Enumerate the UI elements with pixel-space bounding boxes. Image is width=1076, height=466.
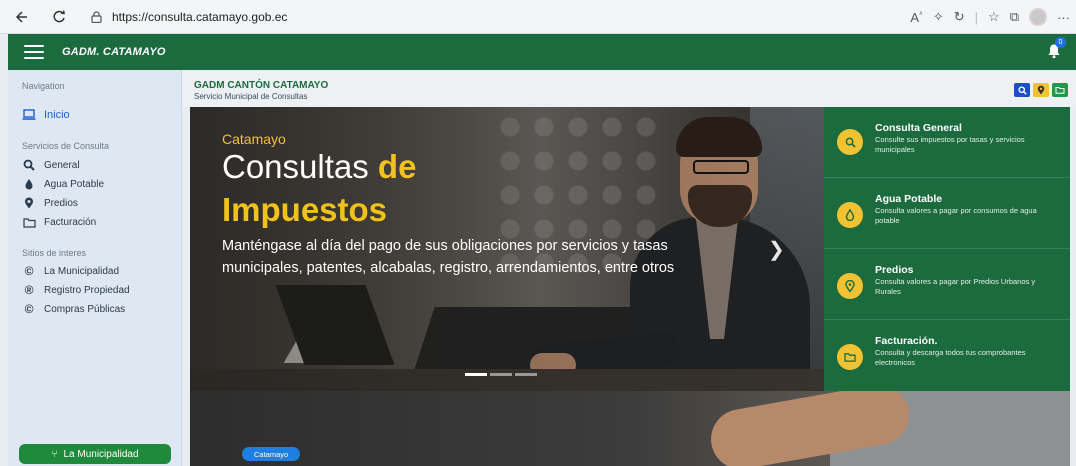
service-card-title: Facturación. xyxy=(875,335,938,347)
servicios-heading: Servicios de Consulta xyxy=(22,141,110,151)
sidebar-item-facturacion[interactable]: Facturación xyxy=(22,214,96,230)
sidebar-item-label: Facturación xyxy=(44,216,97,228)
lock-icon xyxy=(88,10,104,24)
address-bar[interactable]: https://consulta.catamayo.gob.ec xyxy=(88,6,848,28)
reload-icon xyxy=(53,10,65,23)
hero-title-part1: Consultas xyxy=(222,148,369,185)
sitios-heading: Sitios de interes xyxy=(22,248,87,258)
folder-icon xyxy=(22,215,36,229)
notifications-button[interactable]: 0 xyxy=(1046,37,1066,59)
sidebar-item-agua-potable[interactable]: Agua Potable xyxy=(22,176,104,192)
chevron-right-icon: ❯ xyxy=(768,239,785,261)
browser-actions: Aᐞ ✧ ↻ | ☆ ⧉ ··· xyxy=(910,6,1070,28)
service-card-title: Agua Potable xyxy=(875,193,943,205)
nav-heading: Navigation xyxy=(22,81,65,91)
arrow-left-icon xyxy=(15,11,27,23)
footer-button-label: La Municipalidad xyxy=(63,448,139,460)
app-title: GADM. CATAMAYO xyxy=(62,46,166,58)
map-pin-icon xyxy=(1037,85,1045,95)
collections-icon[interactable]: ⧉ xyxy=(1010,9,1019,25)
service-card-title: Consulta General xyxy=(875,122,962,134)
sidebar-item-label: La Municipalidad xyxy=(44,265,120,277)
page-subtitle: Servicio Municipal de Consultas xyxy=(194,92,308,101)
secondary-banner: Catamayo xyxy=(190,391,1070,466)
folder-icon xyxy=(837,344,863,370)
hero-description: Manténgase al día del pago de sus obliga… xyxy=(222,238,675,276)
service-card-desc: Consulte sus impuestos por tasas y servi… xyxy=(875,135,1025,154)
map-pin-icon xyxy=(837,273,863,299)
copyright-circle-icon: © xyxy=(24,302,34,316)
sidebar-item-la-municipalidad[interactable]: © La Municipalidad xyxy=(22,263,119,279)
service-card-facturacion[interactable]: Facturación. Consulta y descarga todos t… xyxy=(824,320,1070,391)
service-card-title: Predios xyxy=(875,264,914,276)
carousel-indicator[interactable] xyxy=(490,373,512,376)
sidebar-item-registro-propiedad[interactable]: ® Registro Propiedad xyxy=(22,282,130,298)
service-card-desc: Consulta y descarga todos tus comprobant… xyxy=(875,348,1026,367)
sidebar-item-label: Compras Públicas xyxy=(44,303,126,315)
notification-count-badge: 0 xyxy=(1055,37,1066,48)
laptop-icon xyxy=(22,108,36,122)
services-panel: Consulta General Consulte sus impuestos … xyxy=(824,107,1070,391)
content-header: GADM CANTÓN CATAMAYO Servicio Municipal … xyxy=(182,70,1076,107)
sidebar-item-label: Predios xyxy=(44,197,78,209)
hero-title-part2: de xyxy=(377,148,417,185)
profile-avatar[interactable] xyxy=(1029,8,1047,26)
more-menu-icon[interactable]: ··· xyxy=(1057,10,1070,25)
folder-button[interactable] xyxy=(1052,83,1068,97)
sidebar-item-label: Agua Potable xyxy=(44,178,105,190)
copyright-circle-icon: © xyxy=(24,264,34,278)
search-icon xyxy=(22,158,36,172)
water-drop-icon xyxy=(22,177,36,191)
page-title: GADM CANTÓN CATAMAYO xyxy=(194,80,329,91)
branch-icon: ⑂ xyxy=(51,448,58,460)
folder-icon xyxy=(1055,86,1065,94)
search-button[interactable] xyxy=(1014,83,1030,97)
hamburger-menu-icon[interactable] xyxy=(24,45,44,59)
sidebar: Navigation Inicio Servicios de Consulta … xyxy=(8,70,182,466)
service-card-desc: Consulta valores a pagar por consumos de… xyxy=(875,206,1037,225)
sidebar-item-general[interactable]: General xyxy=(22,157,80,173)
sidebar-item-predios[interactable]: Predios xyxy=(22,195,78,211)
favorite-star-icon[interactable]: ☆ xyxy=(988,9,1000,25)
sidebar-item-label: General xyxy=(44,159,80,171)
header-actions xyxy=(1014,83,1068,97)
extension-icon[interactable]: ✧ xyxy=(933,9,944,25)
browser-toolbar: https://consulta.catamayo.gob.ec Aᐞ ✧ ↻ … xyxy=(0,0,1076,34)
hero-kicker: Catamayo xyxy=(222,131,286,147)
read-aloud-icon[interactable]: Aᐞ xyxy=(910,10,922,25)
sidebar-item-label: Inicio xyxy=(44,109,70,121)
carousel-indicator[interactable] xyxy=(515,373,537,376)
sidebar-item-compras-publicas[interactable]: © Compras Públicas xyxy=(22,301,126,317)
sidebar-item-label: Registro Propiedad xyxy=(44,284,130,296)
reload-button[interactable] xyxy=(46,4,72,30)
url-text: https://consulta.catamayo.gob.ec xyxy=(112,10,288,24)
map-pin-icon xyxy=(22,196,36,210)
la-municipalidad-button[interactable]: ⑂ La Municipalidad xyxy=(19,444,171,464)
hero-carousel: Catamayo Consultas de Impuestos Manténga… xyxy=(190,107,824,391)
app-header: GADM. CATAMAYO 0 xyxy=(8,34,1076,70)
service-card-predios[interactable]: Predios Consulta valores a pagar por Pre… xyxy=(824,249,1070,320)
service-card-agua-potable[interactable]: Agua Potable Consulta valores a pagar po… xyxy=(824,178,1070,249)
back-button[interactable] xyxy=(8,4,34,30)
hero-title-line2: Impuestos xyxy=(222,191,388,228)
hero-title: Consultas de xyxy=(222,149,416,185)
search-icon xyxy=(1017,85,1027,95)
carousel-next-button[interactable]: ❯ xyxy=(768,237,785,262)
carousel-indicator[interactable] xyxy=(465,373,487,376)
divider: | xyxy=(974,9,979,25)
service-card-desc: Consulta valores a pagar por Predios Urb… xyxy=(875,277,1036,296)
catamayo-badge: Catamayo xyxy=(242,447,301,461)
location-button[interactable] xyxy=(1033,83,1049,97)
sidebar-item-inicio[interactable]: Inicio xyxy=(22,107,70,123)
service-card-consulta-general[interactable]: Consulta General Consulte sus impuestos … xyxy=(824,107,1070,178)
water-drop-icon xyxy=(837,202,863,228)
registered-circle-icon: ® xyxy=(24,283,34,297)
refresh-page-icon[interactable]: ↻ xyxy=(954,9,965,25)
search-icon xyxy=(837,129,863,155)
carousel-indicators xyxy=(465,373,537,376)
